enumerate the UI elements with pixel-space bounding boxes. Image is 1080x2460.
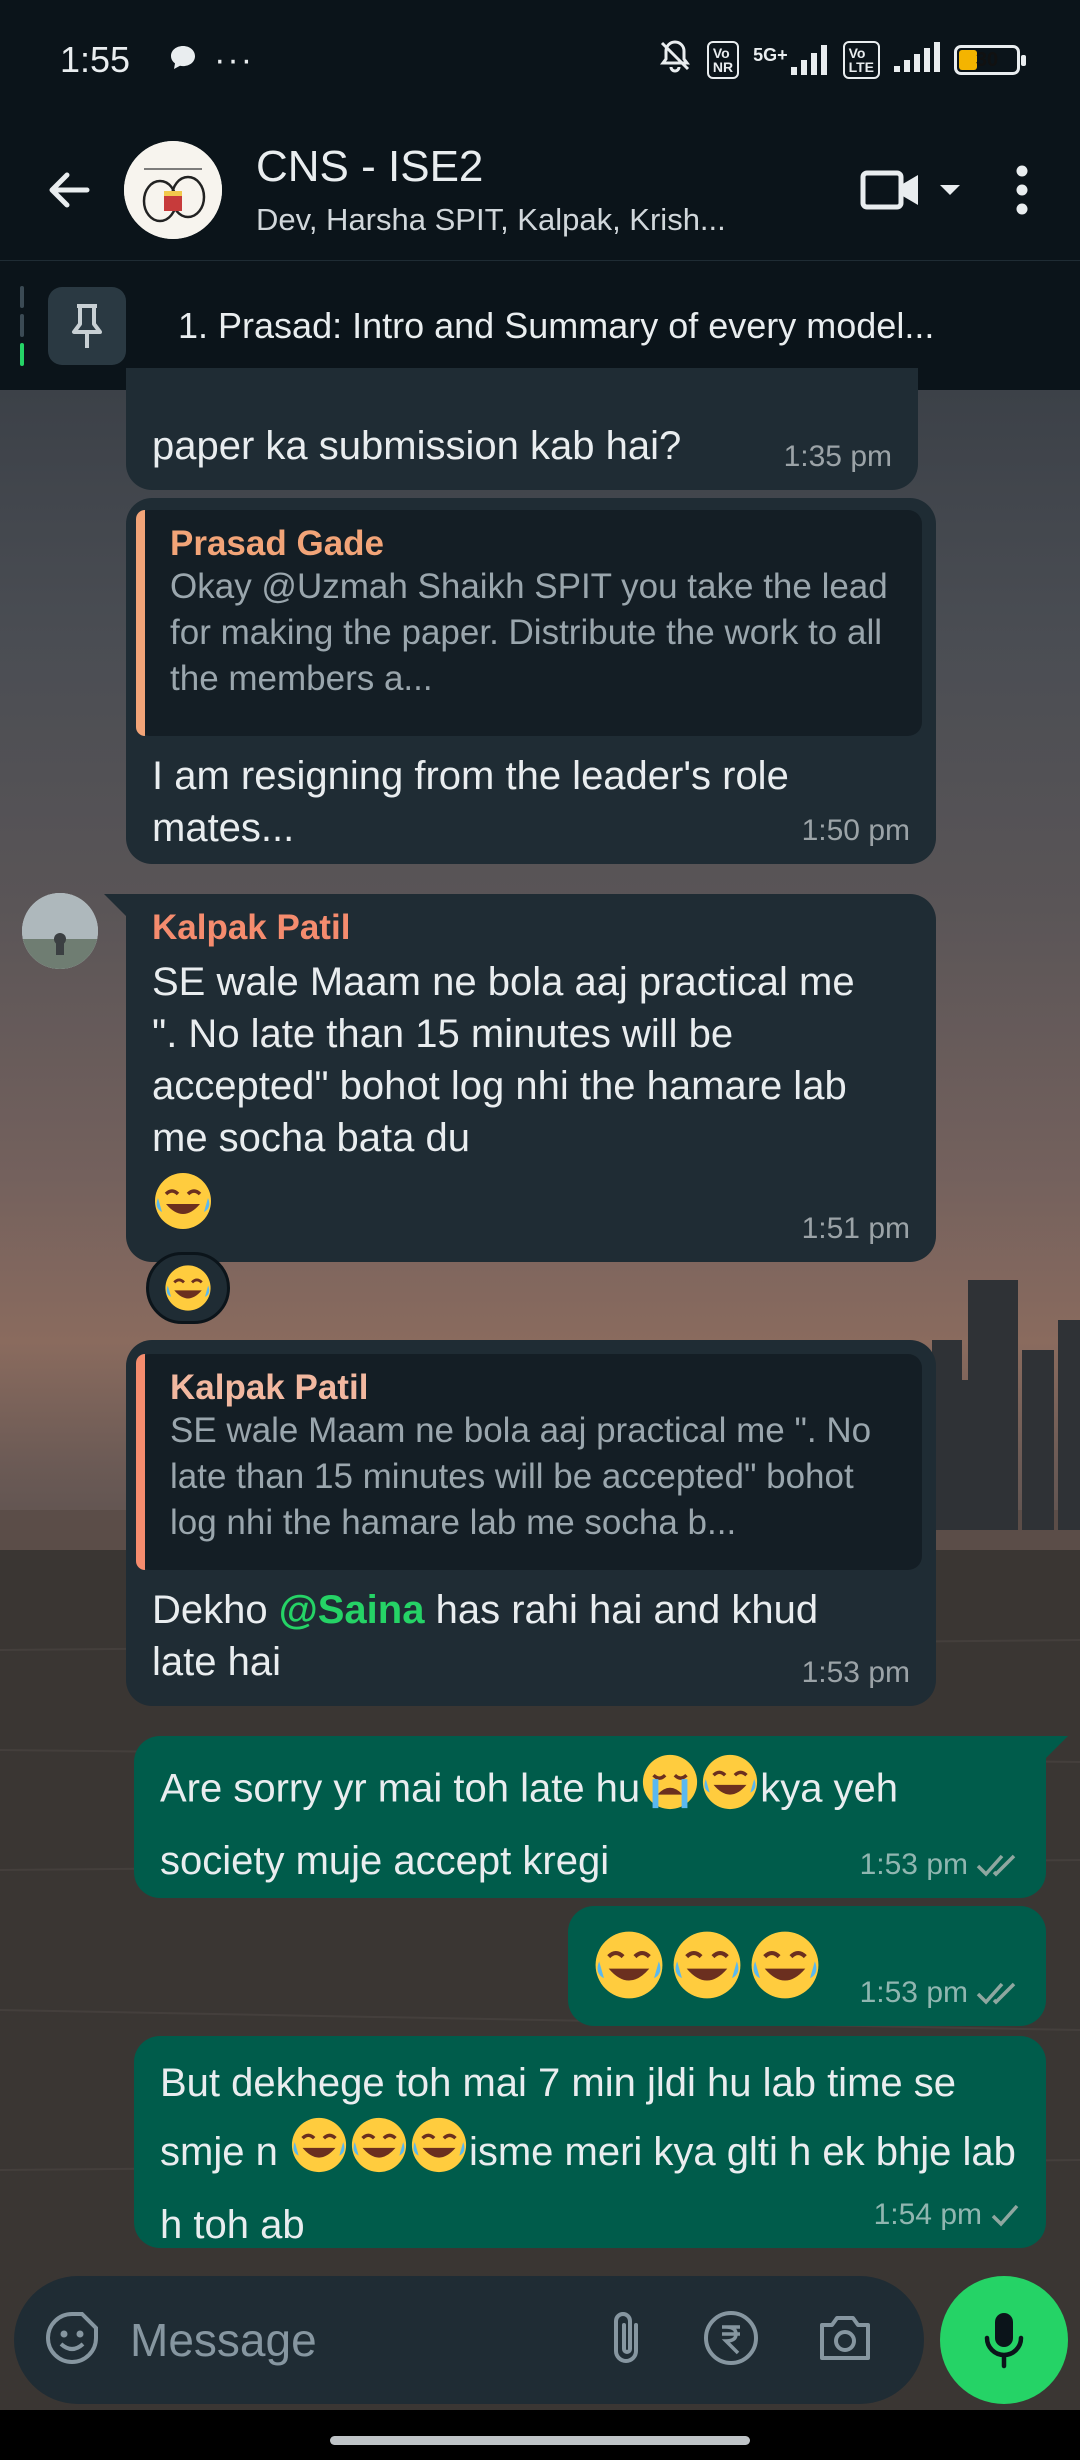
quoted-sender: Kalpak Patil [170,1368,369,1407]
bubble-tail [1044,1736,1068,1760]
message-bubble[interactable]: Kalpak Patil SE wale Maam ne bola aaj pr… [126,1340,936,1706]
more-vertical-icon [1016,165,1028,215]
attach-button[interactable] [606,2309,646,2372]
double-check-icon [976,1982,1016,2005]
signal-icon [894,39,940,81]
laughing-emoji-icon [349,2115,409,2194]
chat-bubble-icon [168,39,198,81]
pinned-indicator [20,285,24,366]
crying-emoji-icon [640,1752,700,1830]
message-text: Dekho @Saina has rahi hai and khud late … [136,1584,856,1688]
quoted-text: Okay @Uzmah Shaikh SPIT you take the lea… [170,567,888,698]
message-composer: Message [14,2276,924,2404]
group-name: CNS - ISE2 [256,142,484,191]
quoted-text: SE wale Maam ne bola aaj practical me ".… [170,1411,872,1542]
laughing-emoji-icon [700,1752,760,1830]
overflow-menu-button[interactable] [1002,165,1042,215]
battery-level: 30 [975,48,999,71]
message-time: 1:35 pm [783,440,892,473]
payment-button[interactable] [702,2309,760,2372]
system-nav-bar [0,2410,1080,2460]
avatar-photo [22,893,98,969]
message-reaction[interactable] [146,1252,230,1324]
laughing-emoji-icon [289,2115,349,2194]
vonr-icon: Vo NR [706,41,740,79]
status-bar: 1:55 ··· Vo NR 5G+ Vo LTE 30 [0,0,1080,120]
message-text-part: Dekho [152,1588,279,1632]
laughing-emoji-icon [751,1931,819,1999]
status-time: 1:55 [60,39,131,80]
laughing-emoji-icon [673,1931,741,1999]
sticker-emoji-icon [46,2311,98,2364]
emoji-button[interactable] [44,2310,100,2371]
camera-icon [820,2315,870,2360]
mention-link[interactable]: @Saina [279,1588,425,1632]
signal-5g-icon: 5G+ [753,45,829,75]
camera-button[interactable] [816,2313,874,2368]
message-time: 1:53 pm [859,1976,968,2009]
group-members: Dev, Harsha SPIT, Kalpak, Krish... [256,202,726,237]
single-check-icon [991,2204,1019,2227]
message-bubble-outgoing[interactable]: But dekhege toh mai 7 min jldi hu lab ti… [134,2036,1046,2248]
volte-icon: Vo LTE [842,41,880,79]
quoted-message[interactable]: Prasad Gade Okay @Uzmah Shaikh SPIT you … [136,510,922,736]
message-bubble-outgoing[interactable]: Are sorry yr mai toh late hu kya yeh soci… [134,1736,1046,1898]
mute-bell-icon [657,38,693,83]
battery-fill [959,50,977,70]
message-bubble[interactable]: paper ka submission kab hai? 1:35 pm [126,368,918,490]
laughing-emoji-icon [165,1265,211,1311]
network-type: 5G+ [753,45,788,65]
pin-button[interactable] [48,286,126,365]
message-text: I am resigning from the leader's role ma… [152,754,789,850]
group-avatar[interactable] [124,141,222,239]
message-text-part: Are sorry yr mai toh late hu [160,1766,641,1811]
quoted-message[interactable]: Kalpak Patil SE wale Maam ne bola aaj pr… [136,1354,922,1570]
message-time: 1:53 pm [859,1848,968,1881]
pin-icon [72,303,102,348]
sender-name: Kalpak Patil [152,908,351,947]
paperclip-icon [614,2311,638,2363]
message-bubble-outgoing[interactable]: 1:53 pm [568,1906,1046,2026]
home-handle[interactable] [330,2436,750,2445]
laughing-emoji-icon [152,1170,910,1237]
message-meta: 1:53 pm [860,1976,1020,2010]
more-notifications-icon: ··· [214,40,255,79]
battery-icon: 30 [954,45,1026,75]
message-time: 1:54 pm [873,2198,982,2231]
chat-header: CNS - ISE2 Dev, Harsha SPIT, Kalpak, Kri… [0,120,1080,260]
laughing-emoji-icon [595,1931,663,1999]
sender-avatar-kalpak[interactable] [22,893,98,969]
video-camera-icon [860,170,918,210]
message-text: paper ka submission kab hai? [152,424,682,468]
pinned-message-text: 1. Prasad: Intro and Summary of every mo… [178,304,935,346]
message-meta: 1:53 pm [860,1848,1020,1882]
message-meta: 1:54 pm [874,2198,1020,2232]
bubble-tail [104,894,128,918]
message-bubble[interactable]: Kalpak Patil SE wale Maam ne bola aaj pr… [126,894,936,1262]
chevron-down-icon [940,185,960,195]
video-call-button[interactable] [860,168,962,212]
message-bubble[interactable]: Prasad Gade Okay @Uzmah Shaikh SPIT you … [126,498,936,864]
message-text: SE wale Maam ne bola aaj practical me ".… [152,960,855,1160]
message-time: 1:53 pm [801,1656,910,1689]
group-avatar-image [124,141,222,239]
quoted-sender: Prasad Gade [170,524,384,563]
message-time: 1:51 pm [801,1212,910,1245]
voice-message-button[interactable] [940,2276,1068,2404]
back-arrow-icon [49,172,90,208]
message-input[interactable]: Message [130,2313,606,2367]
chat-info[interactable]: CNS - ISE2 Dev, Harsha SPIT, Kalpak, Kri… [256,142,860,238]
laughing-emoji-icon [409,2115,469,2194]
message-time: 1:50 pm [801,814,910,847]
rupee-icon [704,2310,758,2365]
double-check-icon [976,1854,1016,1877]
back-button[interactable] [28,150,108,230]
microphone-icon [984,2313,1024,2369]
